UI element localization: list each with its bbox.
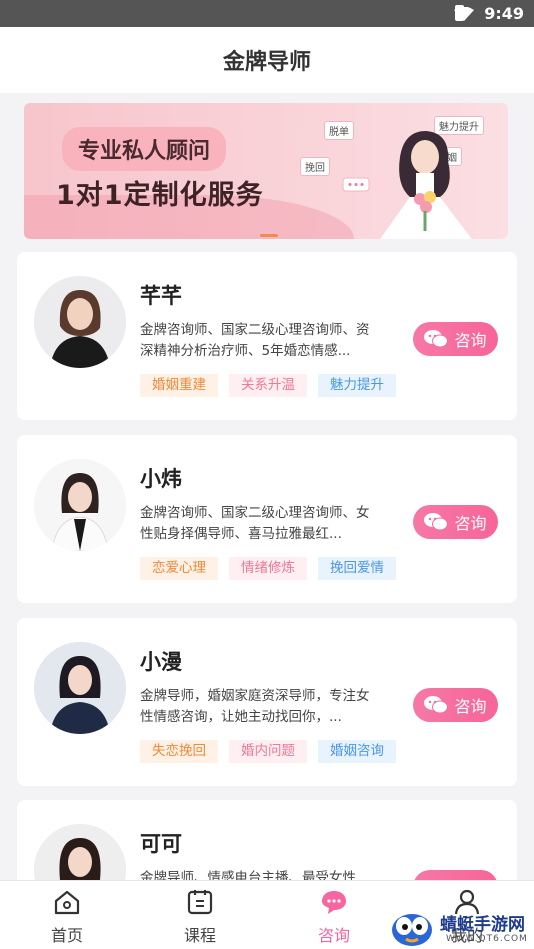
- mentor-name: 小漫: [140, 650, 182, 674]
- banner-slogan-main: 1对1定制化服务: [56, 180, 264, 211]
- app-header: 金牌导师: [0, 27, 534, 93]
- speech-bubble-icon: [342, 177, 370, 192]
- mentor-description: 金牌咨询师、国家二级心理咨询师、女性贴身择偶导师、喜马拉雅最红...: [140, 505, 370, 542]
- tag-chip: 失恋挽回: [140, 740, 218, 763]
- banner-page-indicator: [260, 234, 278, 237]
- tag-chip: 婚内问题: [229, 740, 307, 763]
- tag-chip: 挽回爱情: [318, 557, 396, 580]
- tab-home[interactable]: 首页: [27, 889, 107, 946]
- course-icon: [187, 890, 213, 915]
- mentor-card[interactable]: 芊芊 金牌咨询师、国家二级心理咨询师、资深精神分析治疗师、5年婚恋情感... 婚…: [17, 252, 517, 420]
- tag-chip: 婚姻咨询: [318, 740, 396, 763]
- mentor-name: 小炜: [140, 467, 182, 491]
- watermark-url: WWW.QT6.COM: [446, 934, 528, 944]
- mentor-description: 金牌导师，婚姻家庭资深导师，专注女性情感咨询，让她主动找回你，...: [140, 688, 370, 725]
- consult-button-label: 咨询: [454, 331, 487, 350]
- avatar: [34, 642, 126, 734]
- banner-chip: 挽回: [300, 157, 330, 176]
- tab-label: 咨询: [317, 926, 350, 945]
- consult-button-label: 咨询: [454, 514, 487, 533]
- mentor-name: 芊芊: [140, 284, 182, 308]
- tab-label: 首页: [50, 926, 83, 945]
- consult-button[interactable]: 咨询: [413, 322, 498, 356]
- tag-chip: 恋爱心理: [140, 557, 218, 580]
- tag-chip: 关系升温: [229, 374, 307, 397]
- mentor-description: 金牌咨询师、国家二级心理咨询师、资深精神分析治疗师、5年婚恋情感...: [140, 322, 370, 359]
- tag-chip: 婚姻重建: [140, 374, 218, 397]
- battery-icon: [455, 5, 464, 21]
- mentor-name: 可可: [140, 832, 182, 856]
- status-time: 9:49: [484, 4, 524, 23]
- consult-button[interactable]: 咨询: [413, 688, 498, 722]
- mentor-tags: 失恋挽回 婚内问题 婚姻咨询: [140, 740, 396, 763]
- watermark: 蜻蜓手游网 WWW.QT6.COM: [388, 906, 534, 949]
- consult-button[interactable]: 咨询: [413, 505, 498, 539]
- avatar: [34, 459, 126, 551]
- consult-button-label: 咨询: [454, 697, 487, 716]
- watermark-logo: [392, 914, 432, 946]
- banner-slogan-pill: 专业私人顾问: [62, 127, 227, 171]
- mentor-tags: 恋爱心理 情绪修炼 挽回爱情: [140, 557, 396, 580]
- status-bar: 9:49: [0, 0, 534, 27]
- home-icon: [54, 890, 80, 915]
- banner-chip: 脱单: [324, 121, 354, 140]
- wechat-icon: [424, 330, 449, 348]
- avatar: [34, 276, 126, 368]
- chat-bubble-icon: [322, 891, 346, 914]
- tab-label: 课程: [183, 926, 216, 945]
- tab-course[interactable]: 课程: [160, 889, 240, 946]
- watermark-title: 蜻蜓手游网: [440, 915, 525, 935]
- mentor-card[interactable]: 小炜 金牌咨询师、国家二级心理咨询师、女性贴身择偶导师、喜马拉雅最红... 恋爱…: [17, 435, 517, 603]
- mentor-card[interactable]: 小漫 金牌导师，婚姻家庭资深导师，专注女性情感咨询，让她主动找回你，... 失恋…: [17, 618, 517, 786]
- wechat-icon: [424, 696, 449, 714]
- bride-illustration: [380, 131, 472, 239]
- tag-chip: 魅力提升: [318, 374, 396, 397]
- mentor-tags: 婚姻重建 关系升温 魅力提升: [140, 374, 396, 397]
- page-title: 金牌导师: [222, 50, 311, 75]
- wechat-icon: [424, 513, 449, 531]
- tag-chip: 情绪修炼: [229, 557, 307, 580]
- tab-consult[interactable]: 咨询: [294, 889, 374, 946]
- promo-banner[interactable]: 专业私人顾问 1对1定制化服务 脱单 魅力提升 挽回 婚姻: [24, 103, 508, 239]
